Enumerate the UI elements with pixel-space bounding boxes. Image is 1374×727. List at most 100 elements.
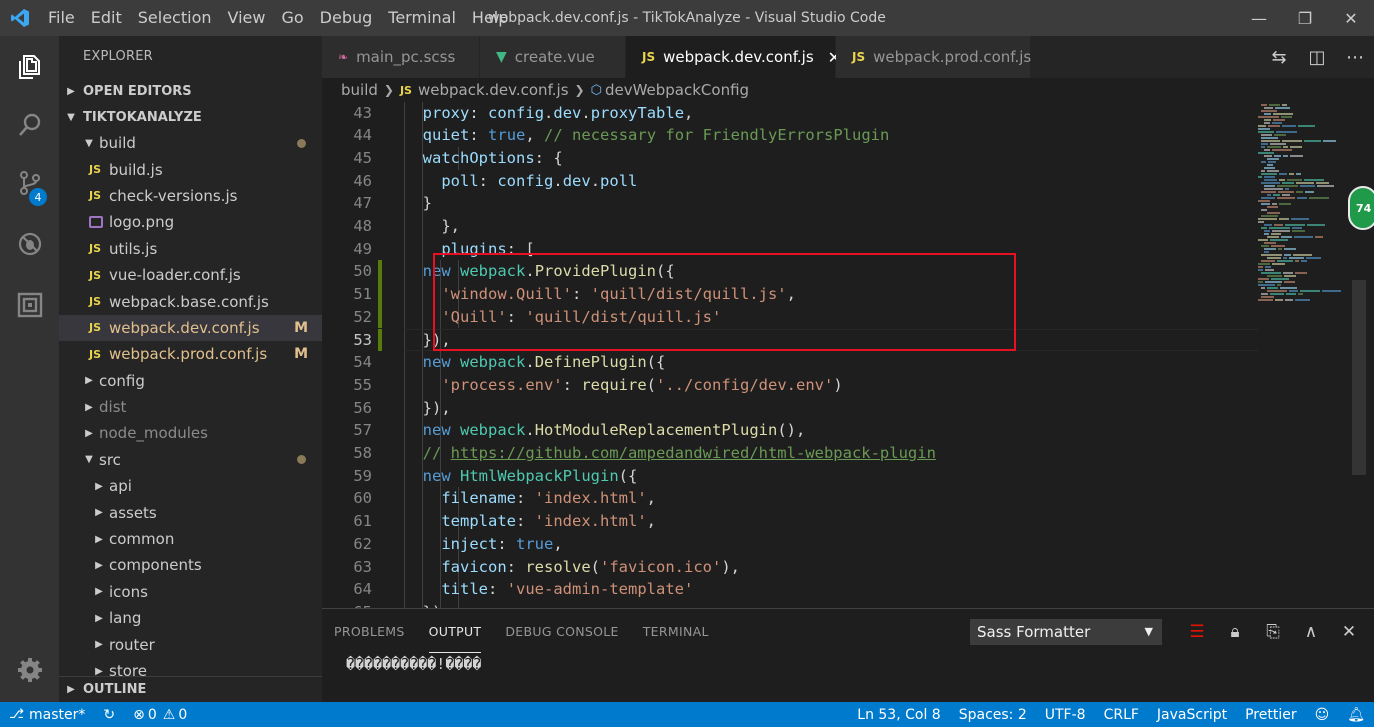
breadcrumb-file[interactable]: webpack.dev.conf.js xyxy=(418,81,569,99)
chevron-right-icon: ▶ xyxy=(85,375,93,387)
code-line[interactable]: 58 // https://github.com/ampedandwired/h… xyxy=(322,442,1257,465)
code-line[interactable]: 57 new webpack.HotModuleReplacementPlugi… xyxy=(322,419,1257,442)
breadcrumb-folder[interactable]: build xyxy=(341,81,378,99)
end-of-line[interactable]: CRLF xyxy=(1095,707,1148,723)
sync-icon[interactable]: ↻ xyxy=(94,707,124,723)
tree-file-webpack-prod[interactable]: JS webpack.prod.conf.js M xyxy=(59,341,322,367)
tree-folder-router[interactable]: ▶ router xyxy=(59,631,322,657)
editor-scrollbar[interactable] xyxy=(1352,102,1366,608)
tree-file-check-versions[interactable]: JS check-versions.js xyxy=(59,183,322,209)
formatter[interactable]: Prettier xyxy=(1236,707,1306,723)
tab-output[interactable]: OUTPUT xyxy=(428,609,482,653)
tab-terminal[interactable]: TERMINAL xyxy=(643,609,709,653)
coverage-badge[interactable]: 74 xyxy=(1348,186,1374,230)
minimap[interactable] xyxy=(1258,102,1353,608)
code-line[interactable]: 46 poll: config.dev.poll xyxy=(322,170,1257,193)
code-line[interactable]: 45 watchOptions: { xyxy=(322,147,1257,170)
source-control-icon[interactable] xyxy=(0,155,59,211)
code-line[interactable]: 55 'process.env': require('../config/dev… xyxy=(322,374,1257,397)
tree-folder-config[interactable]: ▶ config xyxy=(59,368,322,394)
extensions-icon[interactable] xyxy=(0,277,59,333)
code-line[interactable]: 54 new webpack.DefinePlugin({ xyxy=(322,351,1257,374)
scrollbar-thumb[interactable] xyxy=(1352,280,1366,475)
breadcrumb-symbol[interactable]: devWebpackConfig xyxy=(605,81,749,99)
more-actions-icon[interactable]: ⋯ xyxy=(1336,47,1374,68)
tab-webpack-prod[interactable]: JS webpack.prod.conf.js xyxy=(836,36,1031,78)
tree-folder-lang[interactable]: ▶ lang xyxy=(59,605,322,631)
tree-file-logo-png[interactable]: logo.png xyxy=(59,209,322,235)
minimize-icon[interactable]: — xyxy=(1236,0,1282,36)
tab-create-vue[interactable]: ▼ create.vue xyxy=(480,36,626,78)
menu-edit[interactable]: Edit xyxy=(83,0,130,36)
code-editor[interactable]: 43 proxy: config.dev.proxyTable, 44 quiet… xyxy=(322,102,1374,608)
code-line[interactable]: 56 }), xyxy=(322,397,1257,420)
close-panel-icon[interactable]: ✕ xyxy=(1330,622,1368,642)
tree-file-utils[interactable]: JS utils.js xyxy=(59,236,322,262)
menu-view[interactable]: View xyxy=(220,0,274,36)
search-icon[interactable] xyxy=(0,97,59,153)
notifications-bell-icon[interactable]: 🔔︎ xyxy=(1338,707,1374,723)
split-editor-icon[interactable]: ◫ xyxy=(1298,47,1336,68)
lock-scroll-icon[interactable]: 🔒︎ xyxy=(1216,622,1254,642)
code-line[interactable]: 44 quiet: true, // necessary for Friendl… xyxy=(322,124,1257,147)
cursor-position[interactable]: Ln 53, Col 8 xyxy=(848,707,949,723)
tree-folder-node-modules[interactable]: ▶ node_modules xyxy=(59,420,322,446)
open-changes-icon[interactable]: ⇆ xyxy=(1260,47,1298,68)
menu-help[interactable]: Help xyxy=(464,0,516,36)
code-line[interactable]: 60 filename: 'index.html', xyxy=(322,487,1257,510)
language-mode[interactable]: JavaScript xyxy=(1148,707,1236,723)
tree-file-webpack-base[interactable]: JS webpack.base.conf.js xyxy=(59,288,322,314)
settings-gear-icon[interactable] xyxy=(0,642,59,698)
menu-go[interactable]: Go xyxy=(273,0,311,36)
project-section[interactable]: ▼ TIKTOKANALYZE xyxy=(59,104,322,130)
chevron-down-icon: ▼ xyxy=(67,111,75,123)
tree-folder-common[interactable]: ▶ common xyxy=(59,526,322,552)
tree-folder-assets[interactable]: ▶ assets xyxy=(59,499,322,525)
menu-terminal[interactable]: Terminal xyxy=(380,0,464,36)
tab-debug-console[interactable]: DEBUG CONSOLE xyxy=(505,609,618,653)
tab-webpack-dev[interactable]: JS webpack.dev.conf.js ✕ xyxy=(626,36,841,78)
tree-folder-icons[interactable]: ▶ icons xyxy=(59,579,322,605)
code-text: inject: true, xyxy=(441,534,563,553)
minimap-line xyxy=(1284,254,1291,256)
code-line[interactable]: 63 favicon: resolve('favicon.ico'), xyxy=(322,556,1257,579)
code-line[interactable]: 47 } xyxy=(322,192,1257,215)
branch-status[interactable]: ⎇ master* xyxy=(0,707,94,723)
encoding[interactable]: UTF-8 xyxy=(1036,707,1095,723)
maximize-panel-icon[interactable]: ∧ xyxy=(1292,622,1330,642)
close-window-icon[interactable]: ✕ xyxy=(1328,0,1374,36)
tree-folder-build[interactable]: ▼ build xyxy=(59,130,322,156)
clear-output-icon[interactable]: ☰ xyxy=(1178,622,1216,642)
code-line[interactable]: 43 proxy: config.dev.proxyTable, xyxy=(322,102,1257,124)
tab-main-pc-scss[interactable]: ❧ main_pc.scss xyxy=(322,36,480,78)
tree-file-build-js[interactable]: JS build.js xyxy=(59,156,322,182)
output-channel-select[interactable]: Sass Formatter ▼ xyxy=(970,619,1162,645)
menu-debug[interactable]: Debug xyxy=(312,0,381,36)
code-line[interactable]: 59 new HtmlWebpackPlugin({ xyxy=(322,465,1257,488)
code-line[interactable]: 48 }, xyxy=(322,215,1257,238)
debug-icon[interactable] xyxy=(0,216,59,272)
feedback-smiley-icon[interactable]: ☺ xyxy=(1306,707,1339,723)
restore-icon[interactable]: ❐ xyxy=(1282,0,1328,36)
explorer-icon[interactable] xyxy=(0,39,59,95)
problems-status[interactable]: ⊗ 0 ⚠ 0 xyxy=(124,707,196,723)
open-log-icon[interactable]: ⎘ xyxy=(1254,622,1292,642)
tree-folder-dist[interactable]: ▶ dist xyxy=(59,394,322,420)
open-editors-section[interactable]: ▶ OPEN EDITORS xyxy=(59,78,322,104)
code-line[interactable]: 62 inject: true, xyxy=(322,533,1257,556)
code-line[interactable]: 64 title: 'vue-admin-template' xyxy=(322,578,1257,601)
indentation[interactable]: Spaces: 2 xyxy=(950,707,1036,723)
code-line[interactable]: 61 template: 'index.html', xyxy=(322,510,1257,533)
tree-folder-api[interactable]: ▶ api xyxy=(59,473,322,499)
tree-file-webpack-dev[interactable]: JS webpack.dev.conf.js M xyxy=(59,314,322,342)
tree-file-vue-loader[interactable]: JS vue-loader.conf.js xyxy=(59,262,322,288)
menu-selection[interactable]: Selection xyxy=(130,0,220,36)
code-line[interactable]: 65 }), xyxy=(322,601,1257,608)
tree-folder-components[interactable]: ▶ components xyxy=(59,552,322,578)
tree-folder-src[interactable]: ▼ src xyxy=(59,447,322,473)
minimap-line xyxy=(1278,191,1294,193)
menu-file[interactable]: File xyxy=(40,0,83,36)
tab-problems[interactable]: PROBLEMS xyxy=(334,609,405,653)
image-file-icon xyxy=(89,216,103,229)
outline-section[interactable]: ▶ OUTLINE xyxy=(59,676,322,702)
